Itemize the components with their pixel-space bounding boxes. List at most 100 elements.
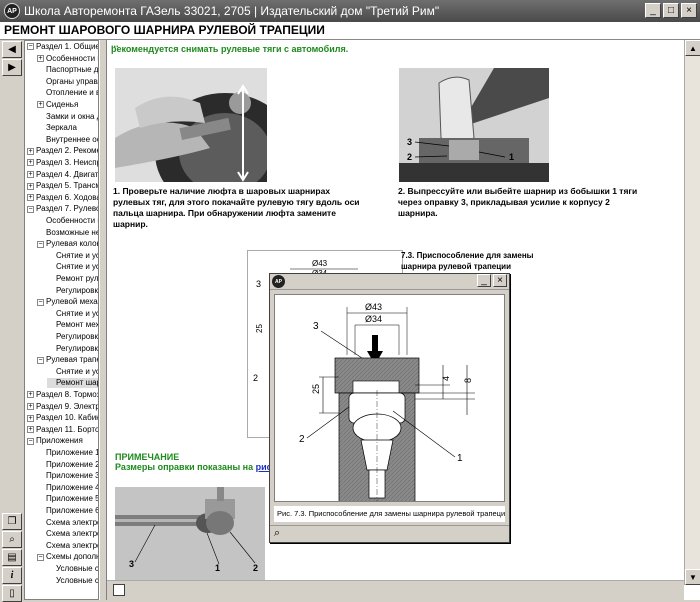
- status-box-icon[interactable]: [113, 584, 125, 596]
- tree-item[interactable]: + Раздел 5. Трансми: [27, 181, 98, 191]
- dim-4: 4: [441, 376, 451, 381]
- popup-zoom-icon[interactable]: ⌕: [274, 527, 280, 540]
- zoom-button[interactable]: ⌕: [2, 531, 22, 548]
- tree-item[interactable]: Регулировк: [47, 344, 98, 354]
- tree-item-label: Раздел 6. Ходовая: [36, 192, 99, 202]
- tree-item[interactable]: Регулировк: [47, 286, 98, 296]
- tree-item[interactable]: Ремонт рул: [47, 274, 99, 284]
- close-button[interactable]: ×: [681, 3, 697, 18]
- tree-item[interactable]: Снятие и ус: [47, 262, 98, 272]
- page-button[interactable]: ▯: [2, 585, 22, 602]
- tree-item[interactable]: − Раздел 7. Рулевое: [27, 204, 98, 214]
- tree-item-label: Раздел 8. Тормозн: [36, 390, 99, 399]
- tree-item[interactable]: Зеркала: [37, 123, 77, 133]
- tree-item[interactable]: Органы управл: [37, 77, 98, 87]
- tree-item[interactable]: Приложение 3.: [37, 471, 98, 481]
- tree-item[interactable]: Регулировк: [47, 332, 98, 342]
- tree-item[interactable]: Условные с: [47, 564, 98, 574]
- expand-icon[interactable]: +: [27, 194, 34, 202]
- popup-titlebar[interactable]: АР _ ×: [270, 274, 509, 290]
- expand-icon[interactable]: +: [27, 414, 34, 422]
- tree-item[interactable]: + Раздел 2. Рекоме: [27, 146, 98, 156]
- tree-item[interactable]: Приложение 4.: [37, 483, 98, 493]
- tree-item[interactable]: + Раздел 3. Неиспра: [27, 158, 98, 168]
- collapse-icon[interactable]: −: [27, 437, 34, 445]
- scroll-down-button[interactable]: ▼: [685, 569, 700, 585]
- tree-item[interactable]: Условные с: [47, 576, 98, 586]
- tree-item[interactable]: Ремонт шар: [47, 378, 99, 389]
- expand-icon[interactable]: +: [27, 391, 34, 399]
- tree-item[interactable]: + Раздел 6. Ходовая: [27, 192, 99, 203]
- photo-ball-joint: 3 1 2: [115, 487, 265, 580]
- popup-minimize-button[interactable]: _: [477, 274, 491, 287]
- figure-popup-window[interactable]: АР _ × Ø43 Ø34 3 25 4 8 2 1 Рис. 7.3. Пр…: [269, 273, 510, 543]
- tree-item[interactable]: − Рулевой механ: [37, 297, 98, 307]
- info-button[interactable]: i: [2, 567, 22, 584]
- tree-item-label: Ремонт рул: [56, 274, 99, 283]
- maximize-button[interactable]: □: [663, 3, 679, 18]
- tree-item[interactable]: + Раздел 8. Тормозн: [27, 390, 99, 400]
- tree-item[interactable]: Схема электро: [37, 529, 98, 539]
- photo-press-out: 3 2 1: [399, 68, 549, 182]
- tree-item[interactable]: Паспортные да: [37, 65, 98, 75]
- tree-item[interactable]: Замки и окна д: [37, 112, 98, 122]
- tree-item[interactable]: Приложение 1.: [37, 448, 98, 458]
- tree-item[interactable]: + Сиденья: [37, 100, 78, 110]
- print-button[interactable]: ▤: [2, 549, 22, 566]
- expand-icon[interactable]: +: [27, 159, 34, 167]
- tree-item[interactable]: Внутреннее осв: [37, 135, 98, 145]
- expand-icon[interactable]: +: [37, 101, 44, 109]
- forward-button[interactable]: ▶: [2, 59, 22, 76]
- tree-item[interactable]: − Рулевая колон: [37, 239, 98, 249]
- tree-item[interactable]: − Приложения: [27, 436, 83, 446]
- photo3-callout-3: 3: [129, 559, 134, 569]
- tree-item[interactable]: Отопление и ве: [37, 88, 99, 98]
- tree-item[interactable]: + Особенности к: [37, 54, 98, 64]
- collapse-icon[interactable]: −: [27, 205, 34, 213]
- tree-item[interactable]: + Раздел 10. Кабина: [27, 413, 98, 423]
- expand-icon[interactable]: +: [27, 182, 34, 190]
- expand-icon[interactable]: +: [27, 147, 34, 155]
- tree-item[interactable]: Схема электро: [37, 541, 98, 551]
- collapse-icon[interactable]: −: [37, 356, 44, 364]
- pane-splitter[interactable]: [99, 40, 107, 600]
- collapse-icon[interactable]: −: [37, 553, 44, 561]
- popup-close-button[interactable]: ×: [493, 274, 507, 287]
- back-button[interactable]: ◀: [2, 41, 22, 58]
- scroll-up-button[interactable]: ▲: [685, 40, 700, 56]
- tree-item[interactable]: Приложение 5.: [37, 494, 98, 504]
- expand-icon[interactable]: +: [27, 402, 34, 410]
- tree-item[interactable]: −Раздел 1. Общие с: [27, 42, 98, 52]
- expand-icon[interactable]: +: [37, 54, 44, 62]
- tree-item[interactable]: Снятие и ус: [47, 251, 98, 261]
- tree-item[interactable]: − Рулевая трапе: [37, 355, 98, 365]
- collapse-icon[interactable]: −: [37, 240, 44, 248]
- toc-tree[interactable]: −Раздел 1. Общие с+Особенности кПаспортн…: [24, 40, 99, 600]
- expand-icon[interactable]: +: [27, 426, 34, 434]
- tree-item[interactable]: Возможные не: [37, 228, 98, 238]
- tree-item[interactable]: −Схемы дополни: [37, 552, 98, 562]
- collapse-icon[interactable]: −: [27, 43, 34, 51]
- tree-item[interactable]: + Раздел 4. Двигате: [27, 170, 98, 180]
- photo3-callout-2: 2: [253, 563, 258, 573]
- copy-button[interactable]: ❐: [2, 513, 22, 530]
- tree-item-label: Снятие и ус: [56, 366, 99, 376]
- minimize-button[interactable]: _: [645, 3, 661, 18]
- tree-item[interactable]: Снятие и ус: [47, 366, 99, 377]
- bottom-bar: [107, 580, 684, 600]
- tree-item-label: Ремонт шар: [56, 378, 99, 388]
- tree-item[interactable]: Приложение 2.: [37, 460, 98, 470]
- tree-item[interactable]: + Раздел 9. Электро: [27, 402, 98, 412]
- vertical-scrollbar[interactable]: ▲ ▼: [684, 40, 700, 585]
- tree-item[interactable]: +Раздел 11. Бортова: [27, 425, 98, 435]
- collapse-icon[interactable]: −: [37, 298, 44, 306]
- tree-item[interactable]: Схема электро: [37, 518, 98, 528]
- tree-item[interactable]: Ремонт мех: [47, 320, 98, 330]
- tree-item[interactable]: Особенности к: [37, 216, 98, 226]
- tree-item[interactable]: Приложение 6.: [37, 506, 98, 516]
- tree-item-label: Отопление и ве: [46, 88, 99, 98]
- tree-item[interactable]: Снятие и ус: [47, 309, 98, 319]
- expand-icon[interactable]: +: [27, 170, 34, 178]
- page-title: РЕМОНТ ШАРОВОГО ШАРНИРА РУЛЕВОЙ ТРАПЕЦИИ: [4, 23, 325, 37]
- step1-text: 1. Проверьте наличие люфта в шаровых шар…: [113, 186, 360, 229]
